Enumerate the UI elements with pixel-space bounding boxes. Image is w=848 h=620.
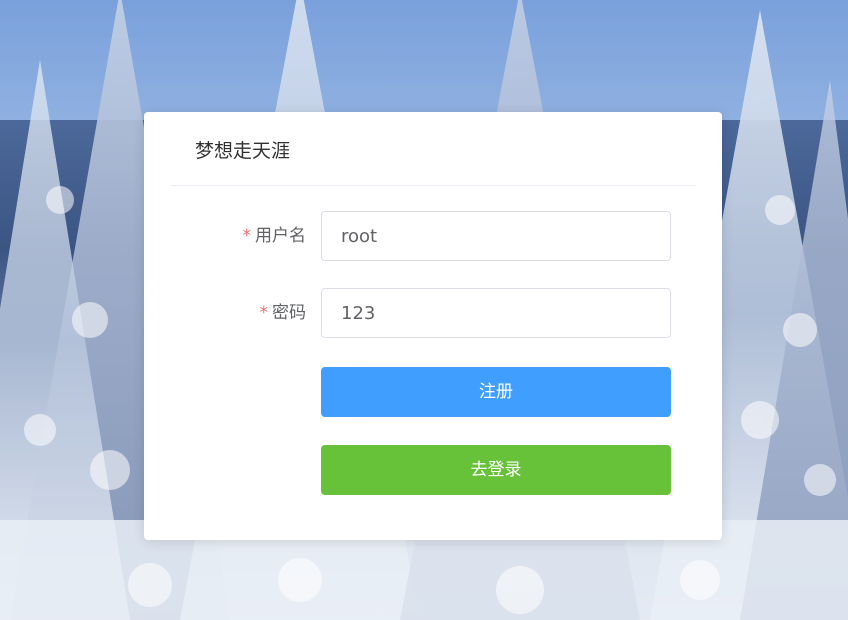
- password-form-row: * 密码: [144, 288, 722, 338]
- username-label-text: 用户名: [255, 226, 306, 246]
- register-card: 梦想走天涯 *用户名 *密码 注册 去登录: [144, 112, 722, 540]
- card-title: 梦想走天涯: [195, 140, 291, 162]
- username-label: * 用户名: [243, 224, 307, 248]
- password-input[interactable]: [321, 288, 671, 338]
- username-required-mark: *: [242, 226, 252, 246]
- card-header: 梦想走天涯: [170, 112, 696, 186]
- password-label: * 密码: [260, 301, 307, 325]
- username-form-row: * 用户名: [144, 211, 722, 261]
- register-button[interactable]: 注册: [321, 367, 671, 417]
- username-input[interactable]: [321, 211, 671, 261]
- password-label-text: 密码: [272, 303, 306, 323]
- go-login-button[interactable]: 去登录: [321, 445, 671, 495]
- password-required-mark: *: [259, 303, 269, 323]
